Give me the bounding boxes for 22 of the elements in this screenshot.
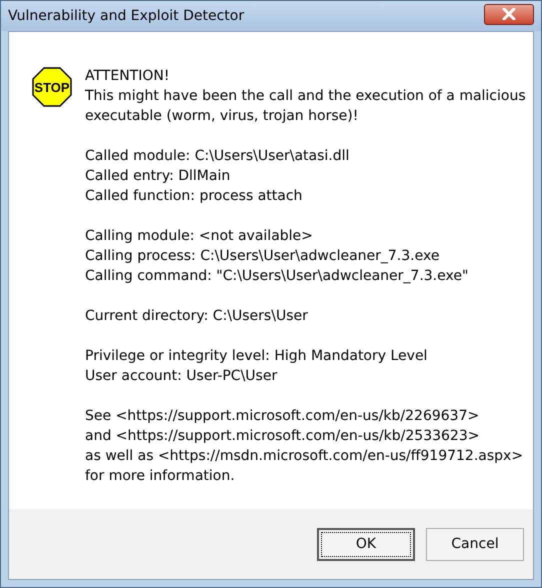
message-line: Calling process: C:\Users\User\adwcleaner_7.3.exe xyxy=(85,247,440,266)
message-line: Called module: C:\Users\User\atasi.dll xyxy=(85,147,350,166)
message-line: This might have been the call and the execution of a malicious xyxy=(85,87,526,106)
message-line: See <https://support.microsoft.com/en-us/kb/2269637> xyxy=(85,407,480,426)
message-line: as well as <https://msdn.microsoft.com/en-us/ff919712.aspx> xyxy=(85,447,524,466)
message-line: Calling command: "C:\Users\User\adwcleaner_7.3.exe" xyxy=(85,267,470,286)
message-line: Called function: process attach xyxy=(85,187,304,206)
message-line: for more information. xyxy=(85,467,236,486)
close-button[interactable] xyxy=(484,4,534,24)
message-line: Current directory: C:\Users\User xyxy=(85,307,309,326)
message-line: Calling module: <not available> xyxy=(85,227,314,246)
close-icon xyxy=(502,8,516,20)
message-line: Privilege or integrity level: High Mandatory Level xyxy=(85,347,428,366)
dialog-button[interactable]: OK xyxy=(317,528,415,560)
stop-sign-icon: STOP xyxy=(32,67,72,107)
message-line: Called entry: DllMain xyxy=(85,167,232,186)
message-line: ATTENTION! xyxy=(85,67,170,86)
message-line: executable (worm, virus, trojan horse)! xyxy=(85,107,360,126)
message-line: User account: User-PC\User xyxy=(85,367,278,386)
dialog-button[interactable]: Cancel xyxy=(426,528,524,560)
window-title: Vulnerability and Exploit Detector xyxy=(8,6,244,26)
message-line: and <https://support.microsoft.com/en-us/kb/2533623> xyxy=(85,427,480,446)
